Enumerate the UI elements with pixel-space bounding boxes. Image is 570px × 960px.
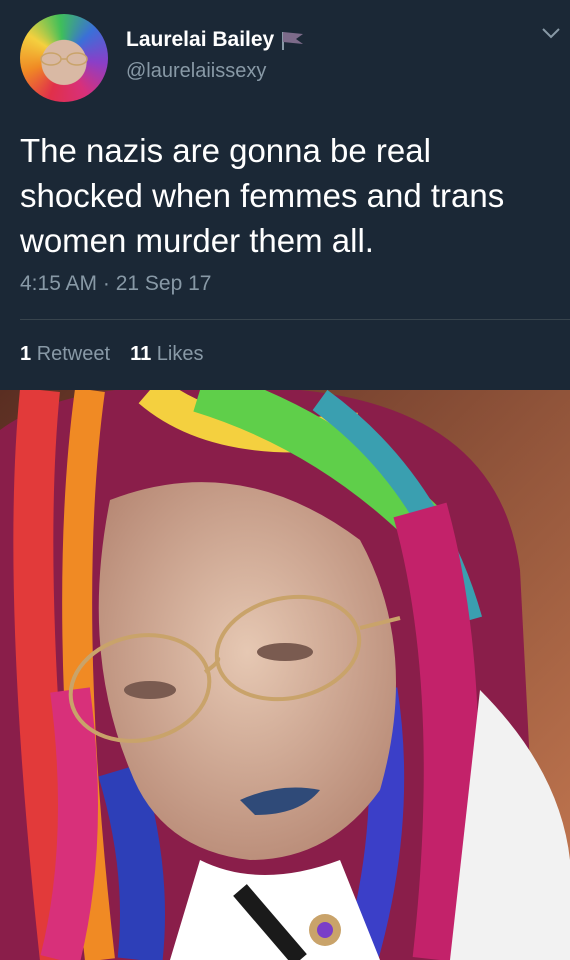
selfie-image [0,390,570,960]
retweet-count: 1 [20,343,32,365]
likes-count: 11 [130,343,152,365]
tweet-stats: 1 Retweet 11 Likes [20,343,203,366]
divider [20,319,570,320]
flag-icon [282,32,304,50]
author-info: Laurelai Bailey @laurelaiissexy [126,28,306,83]
user-handle[interactable]: @laurelaiissexy [126,60,306,83]
tweet-photo[interactable] [0,390,570,960]
likes-stat[interactable]: 11 Likes [130,343,203,366]
retweet-label: Retweet [36,343,111,365]
glasses-graphic [40,52,88,66]
chevron-down-icon[interactable] [538,20,564,46]
tweet-timestamp[interactable]: 4:15 AM · 21 Sep 17 [20,272,211,296]
retweet-stat[interactable]: 1 Retweet [20,343,110,366]
avatar[interactable] [20,14,108,102]
tweet-card: Laurelai Bailey @laurelaiissexy The nazi… [0,0,570,390]
tweet-text: The nazis are gonna be real shocked when… [20,132,505,259]
likes-label: Likes [156,343,204,365]
display-name[interactable]: Laurelai Bailey [126,28,274,52]
